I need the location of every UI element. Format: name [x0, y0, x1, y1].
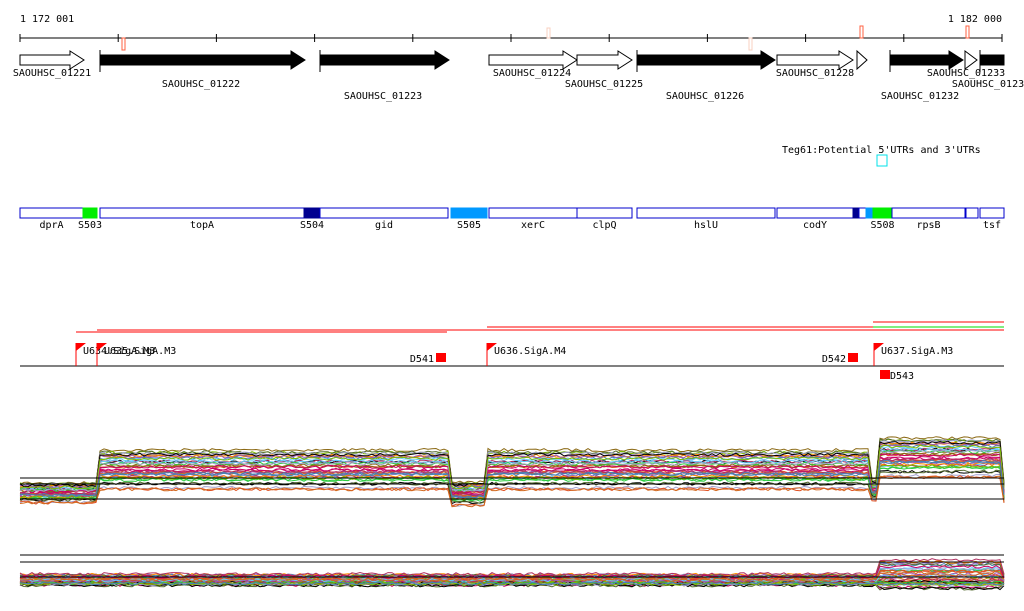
annotation-box[interactable] [488, 207, 578, 219]
annotation-label: S504 [300, 220, 324, 231]
annotation-label: S508 [870, 220, 894, 231]
gene-label: SAOUHSC_01226 [666, 91, 744, 102]
gene-label: SAOUHSC_01233 [927, 68, 1005, 79]
promoter-label: U636.SigA.M4 [494, 346, 566, 357]
annotation-box[interactable] [872, 207, 893, 219]
annotation-box[interactable] [858, 207, 867, 219]
gene-label: SAOUHSC_01225 [565, 79, 643, 90]
gene-arrow[interactable] [488, 50, 578, 70]
annotation-label: tsf [983, 220, 1001, 231]
gene-label: SAOUHSC_01222 [162, 79, 240, 90]
variant-marker[interactable] [748, 37, 753, 51]
gene-label: SAOUHSC_01223 [344, 91, 422, 102]
promoter-label: U635.SigA.M3 [104, 346, 176, 357]
annotation-label: S503 [78, 220, 102, 231]
genome-browser-view: 1 172 001 1 182 000 SAOUHSC_01221 SAOUHSC_0… [0, 0, 1024, 611]
gene-label: SAOUHSC_0123 [952, 79, 1024, 90]
annotation-box[interactable] [19, 207, 84, 219]
annotation-label: topA [190, 220, 214, 231]
gene-label: SAOUHSC_01228 [776, 68, 854, 79]
expression-profile-line [19, 558, 1005, 577]
variant-marker[interactable] [121, 37, 126, 51]
teg61-label: Teg61:Potential 5'UTRs and 3'UTRs [782, 145, 981, 156]
annotation-box[interactable] [576, 207, 633, 219]
annotation-box[interactable] [303, 207, 321, 219]
annotation-label: codY [803, 220, 827, 231]
gene-label: SAOUHSC_01224 [493, 68, 571, 79]
annotation-box[interactable] [891, 207, 966, 219]
annotation-label: clpQ [592, 220, 616, 231]
annotation-box[interactable] [82, 207, 98, 219]
utr-region[interactable] [876, 154, 888, 167]
annotation-box[interactable] [776, 207, 854, 219]
gene-arrow[interactable] [964, 50, 978, 70]
expression-profile-line [19, 462, 1005, 500]
gene-arrow[interactable] [776, 50, 854, 70]
annotation-box[interactable] [99, 207, 305, 219]
terminator-icon[interactable] [436, 353, 446, 362]
gene-arrow[interactable] [979, 54, 1005, 66]
terminator-icon[interactable] [848, 353, 858, 362]
scale-start-label: 1 172 001 [20, 14, 74, 25]
variant-marker[interactable] [965, 25, 970, 39]
annotation-box[interactable] [865, 207, 874, 219]
gene-arrow[interactable] [636, 50, 776, 70]
variant-marker[interactable] [859, 25, 864, 39]
annotation-box[interactable] [979, 207, 1005, 219]
gene-arrow[interactable] [19, 50, 85, 70]
annotation-box[interactable] [319, 207, 449, 219]
terminator-icon[interactable] [880, 370, 890, 379]
annotation-label: gid [375, 220, 393, 231]
annotation-box[interactable] [636, 207, 776, 219]
gene-arrow[interactable] [576, 50, 633, 70]
gene-label: SAOUHSC_01232 [881, 91, 959, 102]
annotation-label: S505 [457, 220, 481, 231]
annotation-label: dprA [39, 220, 63, 231]
terminator-label: D542 [822, 354, 846, 365]
promoter-label: U637.SigA.M3 [881, 346, 953, 357]
terminator-label: D541 [410, 354, 434, 365]
terminator-label: D543 [890, 371, 914, 382]
gene-arrow[interactable] [889, 50, 964, 70]
gene-label: SAOUHSC_01221 [13, 68, 91, 79]
gene-arrow[interactable] [99, 50, 306, 70]
gene-arrow[interactable] [319, 50, 450, 70]
gene-arrow[interactable] [856, 49, 868, 71]
annotation-box[interactable] [852, 207, 860, 219]
scale-end-label: 1 182 000 [948, 14, 1002, 25]
genome-tracks: 1 172 001 1 182 000 SAOUHSC_01221 SAOUHSC_0… [13, 14, 1024, 591]
annotation-box[interactable] [450, 207, 488, 219]
variant-marker[interactable] [546, 27, 551, 39]
annotation-label: hslU [694, 220, 718, 231]
annotation-box[interactable] [965, 207, 979, 219]
annotation-label: rpsB [916, 220, 940, 231]
annotation-label: xerC [521, 220, 545, 231]
